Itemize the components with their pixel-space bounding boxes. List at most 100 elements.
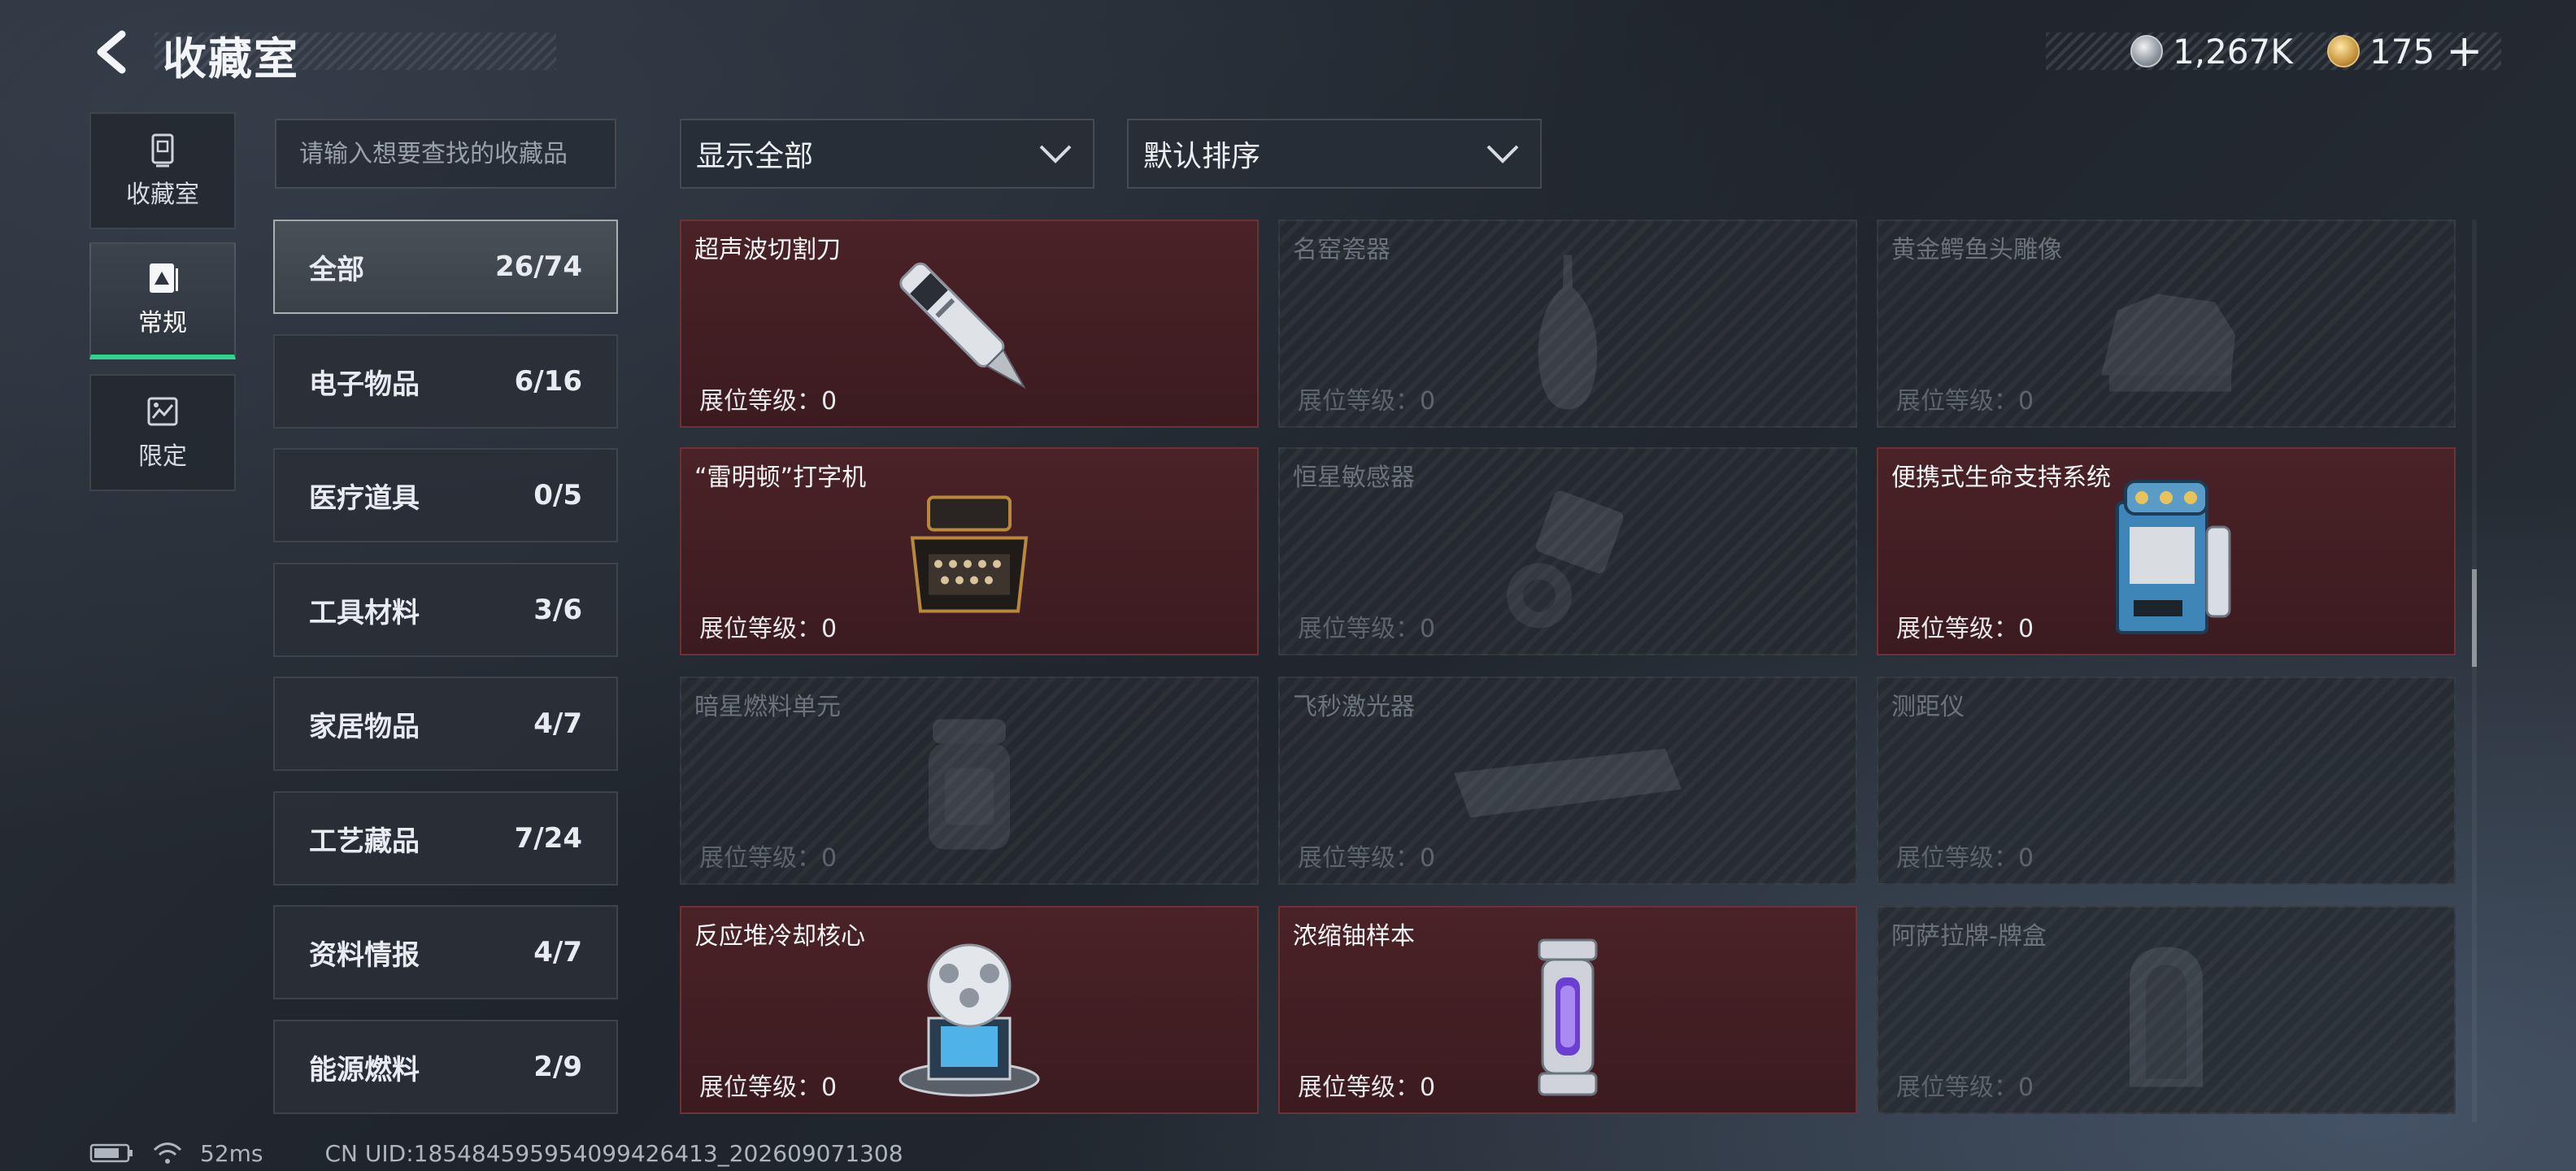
collection-card[interactable]: 浓缩铀样本 展位等级：0: [1278, 906, 1857, 1114]
category-count: 7/24: [514, 822, 582, 855]
collection-card[interactable]: 黄金鳄鱼头雕像 展位等级：0: [1877, 220, 2456, 428]
collection-card[interactable]: 超声波切割刀 展位等级：0: [680, 220, 1259, 428]
uid-text: CN UID:18548459595409942641​3_2026090713…: [324, 1139, 903, 1167]
collection-card[interactable]: 恒星敏感器 展位等级：0: [1278, 447, 1857, 655]
category-count: 26/74: [494, 250, 582, 283]
card-level: 展位等级：0: [699, 844, 838, 873]
add-currency-button[interactable]: +: [2446, 29, 2482, 73]
card-level: 展位等级：0: [1896, 615, 2034, 643]
card-name: 反应堆冷却核心: [694, 922, 865, 951]
life-support-system-icon: [2116, 480, 2231, 634]
ping-value: 52ms: [200, 1139, 263, 1167]
card-level: 展位等级：0: [1896, 844, 2034, 873]
category-count: 3/6: [533, 594, 582, 626]
fuel-cell-icon: [929, 719, 1010, 850]
card-name: 恒星敏感器: [1293, 464, 1415, 492]
sort-dropdown[interactable]: 默认排序: [1127, 119, 1542, 189]
category-household[interactable]: 家居物品 4/7: [273, 677, 618, 771]
category-medical[interactable]: 医疗道具 0/5: [273, 448, 618, 542]
collection-card[interactable]: 阿萨拉牌-牌盒 展位等级：0: [1877, 906, 2456, 1114]
uranium-sample-icon: [1538, 938, 1598, 1096]
card-level: 展位等级：0: [1896, 387, 2034, 416]
star-sensor-icon: [1507, 490, 1624, 629]
grid-scrollbar-track[interactable]: [2472, 220, 2477, 1122]
category-label: 医疗道具: [309, 481, 420, 515]
card-name: 飞秒激光器: [1293, 693, 1415, 721]
card-level: 展位等级：0: [1298, 615, 1436, 643]
sort-dropdown-value: 默认排序: [1143, 140, 1261, 173]
nav-item-label: 限定: [138, 442, 187, 471]
gold-currency[interactable]: 175 +: [2327, 28, 2482, 75]
category-count: 0/5: [533, 479, 582, 511]
ultrasonic-cutter-icon: [899, 262, 1026, 390]
nav-item-label: 常规: [138, 309, 187, 337]
back-arrow-icon[interactable]: [89, 28, 138, 76]
chevron-down-icon: [1039, 145, 1072, 163]
collection-card[interactable]: “雷明顿”打字机 展位等级：0: [680, 447, 1259, 655]
wifi-icon: [153, 1143, 182, 1164]
category-energy[interactable]: 能源燃料 2/9: [273, 1020, 618, 1114]
card-level: 展位等级：0: [699, 1073, 838, 1102]
search-input[interactable]: [275, 119, 616, 189]
nav-item-label: 收藏室: [126, 181, 199, 209]
battery-icon: [89, 1143, 133, 1163]
gold-coin-icon: [2327, 35, 2360, 67]
category-label: 电子物品: [309, 368, 420, 401]
card-name: 超声波切割刀: [694, 236, 841, 264]
silver-currency: 1,267K: [2130, 28, 2293, 75]
card-level: 展位等级：0: [699, 387, 838, 416]
typewriter-icon: [910, 495, 1029, 613]
card-name: 暗星燃料单元: [694, 693, 841, 721]
regular-icon: [150, 263, 178, 293]
card-name: “雷明顿”打字机: [694, 464, 867, 492]
card-name: 浓缩铀样本: [1293, 922, 1415, 951]
category-label: 能源燃料: [309, 1053, 420, 1086]
card-level: 展位等级：0: [1298, 387, 1436, 416]
collection-card[interactable]: 便携式生命支持系统 展位等级：0: [1877, 447, 2456, 655]
card-level: 展位等级：0: [1896, 1073, 2034, 1102]
collection-card[interactable]: 测距仪 展位等级：0: [1877, 677, 2456, 885]
category-count: 4/7: [533, 936, 582, 969]
card-level: 展位等级：0: [1298, 844, 1436, 873]
limited-icon: [147, 397, 178, 426]
femtosecond-laser-icon: [1454, 748, 1682, 818]
page-title: 收藏室: [163, 33, 299, 85]
filter-dropdown[interactable]: 显示全部: [680, 119, 1094, 189]
card-level: 展位等级：0: [699, 615, 838, 643]
category-intel[interactable]: 资料情报 4/7: [273, 905, 618, 999]
collection-room-icon: [151, 133, 174, 168]
card-name: 测距仪: [1891, 693, 1965, 721]
category-label: 资料情报: [309, 938, 420, 972]
collection-card[interactable]: 反应堆冷却核心 展位等级：0: [680, 906, 1259, 1114]
category-label: 工艺藏品: [309, 825, 420, 858]
category-count: 4/7: [533, 707, 582, 740]
card-level: 展位等级：0: [1298, 1073, 1436, 1102]
collection-card[interactable]: 暗星燃料单元 展位等级：0: [680, 677, 1259, 885]
category-label: 全部: [309, 253, 364, 286]
category-tools[interactable]: 工具材料 3/6: [273, 563, 618, 657]
nav-item-limited[interactable]: 限定: [89, 374, 236, 491]
category-electronics[interactable]: 电子物品 6/16: [273, 334, 618, 429]
nav-item-regular[interactable]: 常规: [89, 242, 236, 359]
category-label: 工具材料: [309, 596, 420, 629]
silver-currency-value: 1,267K: [2173, 31, 2293, 72]
card-name: 黄金鳄鱼头雕像: [1891, 236, 2062, 264]
card-box-icon: [2130, 947, 2203, 1087]
category-label: 家居物品: [309, 710, 420, 743]
collection-card[interactable]: 名窑瓷器 展位等级：0: [1278, 220, 1857, 428]
grid-scrollbar-thumb[interactable]: [2472, 569, 2477, 667]
category-count: 6/16: [514, 365, 582, 398]
reactor-core-icon: [899, 943, 1040, 1097]
collection-card[interactable]: 飞秒激光器 展位等级：0: [1278, 677, 1857, 885]
filter-dropdown-value: 显示全部: [696, 140, 814, 173]
card-name: 便携式生命支持系统: [1891, 464, 2111, 492]
rangefinder-icon: [2162, 777, 2170, 786]
status-footer: 52ms CN UID:18548459595409942641​3_20260…: [89, 1138, 903, 1168]
chevron-down-icon: [1486, 145, 1519, 163]
nav-item-collection-room[interactable]: 收藏室: [89, 112, 236, 229]
porcelain-vase-icon: [1538, 255, 1598, 410]
silver-coin-icon: [2130, 35, 2163, 67]
gold-currency-value: 175: [2369, 31, 2435, 72]
category-crafts[interactable]: 工艺藏品 7/24: [273, 791, 618, 886]
category-all[interactable]: 全部 26/74: [273, 220, 618, 314]
